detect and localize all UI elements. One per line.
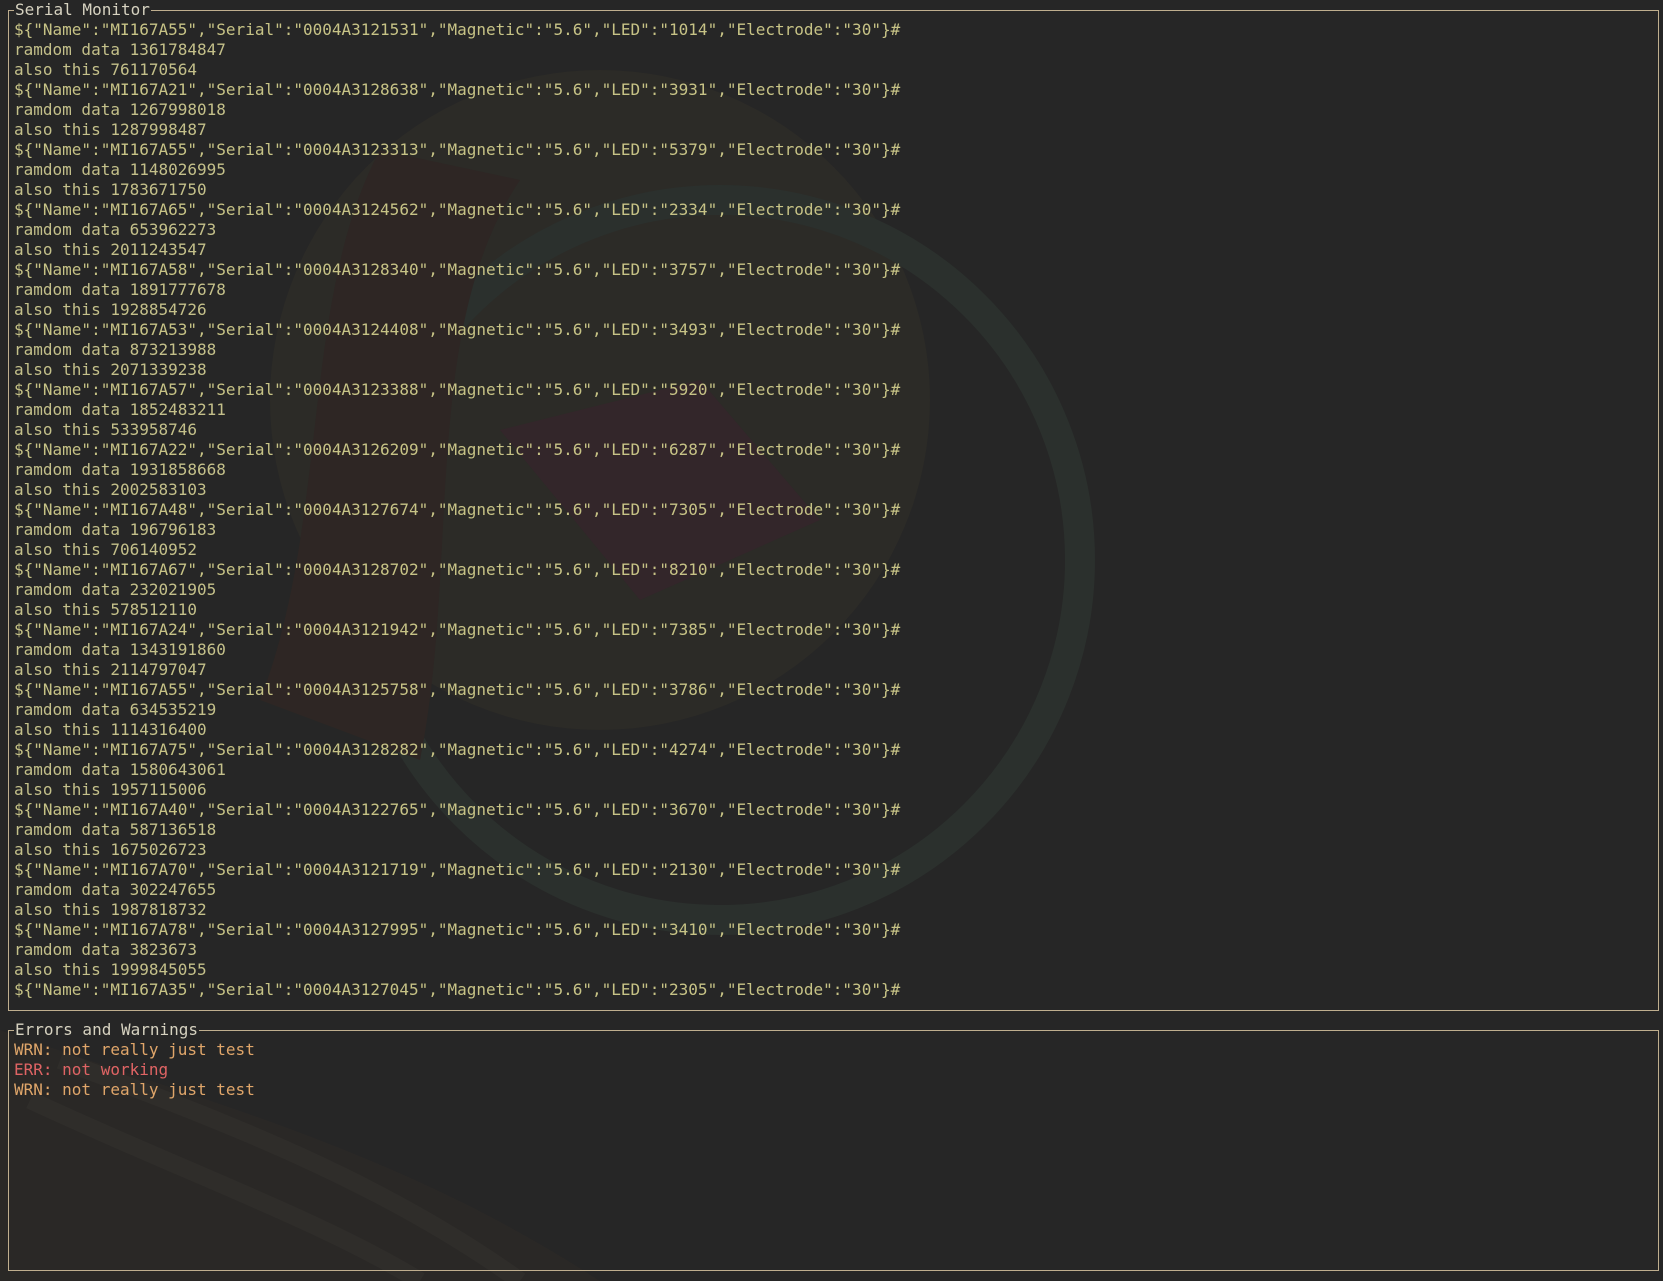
serial-log-line: ramdom data 1267998018: [14, 100, 226, 119]
serial-log-line: ${"Name":"MI167A70","Serial":"0004A31217…: [14, 860, 901, 879]
serial-log-line: also this 1957115006: [14, 780, 207, 799]
serial-log-line: ramdom data 653962273: [14, 220, 217, 239]
serial-log-line: also this 2011243547: [14, 240, 207, 259]
serial-log-line: also this 1287998487: [14, 120, 207, 139]
serial-log-line: ramdom data 1361784847: [14, 40, 226, 59]
warning-log-line: WRN: not really just test: [14, 1040, 255, 1059]
serial-log-line: ${"Name":"MI167A21","Serial":"0004A31286…: [14, 80, 901, 99]
errors-panel: Errors and Warnings WRN: not really just…: [8, 1020, 1659, 1271]
errors-log[interactable]: WRN: not really just test ERR: not workin…: [14, 1040, 1654, 1100]
serial-log-line: ${"Name":"MI167A40","Serial":"0004A31227…: [14, 800, 901, 819]
serial-log-line: ${"Name":"MI167A55","Serial":"0004A31233…: [14, 140, 901, 159]
serial-log-line: ramdom data 196796183: [14, 520, 217, 539]
warning-log-line: WRN: not really just test: [14, 1080, 255, 1099]
serial-log-line: also this 1783671750: [14, 180, 207, 199]
serial-log-line: also this 1114316400: [14, 720, 207, 739]
serial-log-line: ramdom data 3823673: [14, 940, 198, 959]
serial-log-line: ramdom data 232021905: [14, 580, 217, 599]
serial-log-line: ramdom data 1891777678: [14, 280, 226, 299]
serial-log-line: ramdom data 1580643061: [14, 760, 226, 779]
serial-log-line: also this 578512110: [14, 600, 198, 619]
serial-log-line: ${"Name":"MI167A67","Serial":"0004A31287…: [14, 560, 901, 579]
serial-log-line: ${"Name":"MI167A65","Serial":"0004A31245…: [14, 200, 901, 219]
serial-log-line: also this 2002583103: [14, 480, 207, 499]
serial-log-line: also this 1928854726: [14, 300, 207, 319]
serial-log-line: ${"Name":"MI167A55","Serial":"0004A31257…: [14, 680, 901, 699]
errors-panel-title: Errors and Warnings: [14, 1020, 200, 1040]
serial-log-line: also this 1675026723: [14, 840, 207, 859]
serial-log-line: ramdom data 873213988: [14, 340, 217, 359]
serial-log-line: also this 2071339238: [14, 360, 207, 379]
serial-log-line: ${"Name":"MI167A75","Serial":"0004A31282…: [14, 740, 901, 759]
serial-log[interactable]: ${"Name":"MI167A55","Serial":"0004A31215…: [14, 20, 1654, 1000]
serial-log-line: also this 1987818732: [14, 900, 207, 919]
serial-log-line: also this 706140952: [14, 540, 198, 559]
serial-log-line: ${"Name":"MI167A48","Serial":"0004A31276…: [14, 500, 901, 519]
serial-log-line: ramdom data 302247655: [14, 880, 217, 899]
serial-log-line: ${"Name":"MI167A58","Serial":"0004A31283…: [14, 260, 901, 279]
serial-log-line: ${"Name":"MI167A57","Serial":"0004A31233…: [14, 380, 901, 399]
serial-log-line: also this 533958746: [14, 420, 198, 439]
serial-log-line: ramdom data 1148026995: [14, 160, 226, 179]
serial-log-line: ${"Name":"MI167A53","Serial":"0004A31244…: [14, 320, 901, 339]
serial-log-line: ramdom data 1343191860: [14, 640, 226, 659]
serial-log-line: ${"Name":"MI167A24","Serial":"0004A31219…: [14, 620, 901, 639]
serial-log-line: ramdom data 1852483211: [14, 400, 226, 419]
serial-monitor-title: Serial Monitor: [14, 0, 151, 20]
serial-log-line: ${"Name":"MI167A22","Serial":"0004A31262…: [14, 440, 901, 459]
serial-log-line: ${"Name":"MI167A55","Serial":"0004A31215…: [14, 20, 901, 39]
serial-log-line: also this 2114797047: [14, 660, 207, 679]
serial-log-line: also this 1999845055: [14, 960, 207, 979]
error-log-line: ERR: not working: [14, 1060, 169, 1079]
serial-log-line: ramdom data 1931858668: [14, 460, 226, 479]
serial-log-line: ${"Name":"MI167A78","Serial":"0004A31279…: [14, 920, 901, 939]
serial-log-line: ${"Name":"MI167A35","Serial":"0004A31270…: [14, 980, 901, 999]
serial-log-line: also this 761170564: [14, 60, 198, 79]
serial-log-line: ramdom data 587136518: [14, 820, 217, 839]
serial-monitor-panel: Serial Monitor ${"Name":"MI167A55","Seri…: [8, 0, 1659, 1011]
serial-log-line: ramdom data 634535219: [14, 700, 217, 719]
